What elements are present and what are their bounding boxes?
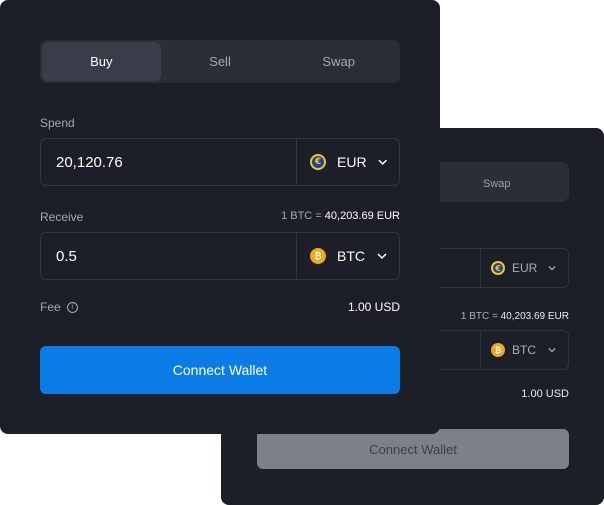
receive-amount-input[interactable]: 0.5 bbox=[56, 233, 77, 279]
bitcoin-coin-icon: ₿ bbox=[491, 343, 505, 357]
receive-currency-label: BTC bbox=[337, 248, 365, 264]
background-receive-currency-label: BTC bbox=[512, 343, 536, 357]
background-spend-currency: € EUR bbox=[480, 249, 568, 287]
chevron-down-icon bbox=[378, 159, 387, 165]
chevron-down-icon bbox=[377, 253, 387, 260]
receive-label: Receive bbox=[40, 210, 84, 224]
receive-currency-select[interactable]: ₿ BTC bbox=[296, 233, 399, 279]
info-icon[interactable]: i bbox=[66, 301, 78, 313]
bitcoin-coin-icon: ₿ bbox=[310, 248, 326, 264]
receive-field: 0.5 ₿ BTC bbox=[40, 232, 400, 280]
spend-currency-label: EUR bbox=[337, 154, 367, 170]
background-rate: 1 BTC = 40,203.69 EUR bbox=[461, 311, 569, 322]
trade-tabs: Buy Sell Swap bbox=[40, 40, 400, 83]
background-fee-value: 1.00 USD bbox=[521, 388, 569, 400]
spend-field: 20,120.76 € EUR bbox=[40, 138, 400, 186]
fee-label: Fee bbox=[40, 300, 61, 314]
exchange-rate: 1 BTC = 40,203.69 EUR bbox=[281, 210, 400, 222]
connect-wallet-button[interactable]: Connect Wallet bbox=[40, 346, 400, 394]
chevron-down-icon bbox=[548, 347, 556, 353]
background-tab-swap: Swap bbox=[483, 178, 511, 190]
trade-widget-card: Buy Sell Swap Spend 20,120.76 € EUR Rece… bbox=[0, 0, 440, 434]
euro-coin-icon: € bbox=[491, 261, 505, 275]
background-rate-value: 40,203.69 EUR bbox=[500, 311, 569, 322]
background-connect-wallet-button: Connect Wallet bbox=[257, 429, 569, 469]
fee-row: Fee i bbox=[40, 300, 78, 314]
euro-coin-icon: € bbox=[310, 154, 326, 170]
spend-currency-select[interactable]: € EUR bbox=[296, 139, 399, 185]
rate-prefix: 1 BTC = bbox=[281, 210, 322, 222]
fee-value: 1.00 USD bbox=[347, 300, 400, 314]
background-spend-currency-label: EUR bbox=[512, 261, 538, 275]
tab-swap[interactable]: Swap bbox=[279, 42, 398, 81]
tab-buy[interactable]: Buy bbox=[42, 42, 161, 81]
spend-amount-input[interactable]: 20,120.76 bbox=[56, 139, 123, 185]
background-receive-currency: ₿ BTC bbox=[480, 331, 568, 369]
tab-sell[interactable]: Sell bbox=[161, 42, 280, 81]
spend-label: Spend bbox=[40, 116, 75, 130]
chevron-down-icon bbox=[548, 265, 556, 271]
rate-value: 40,203.69 EUR bbox=[324, 210, 400, 222]
background-rate-prefix: 1 BTC = bbox=[460, 311, 498, 322]
